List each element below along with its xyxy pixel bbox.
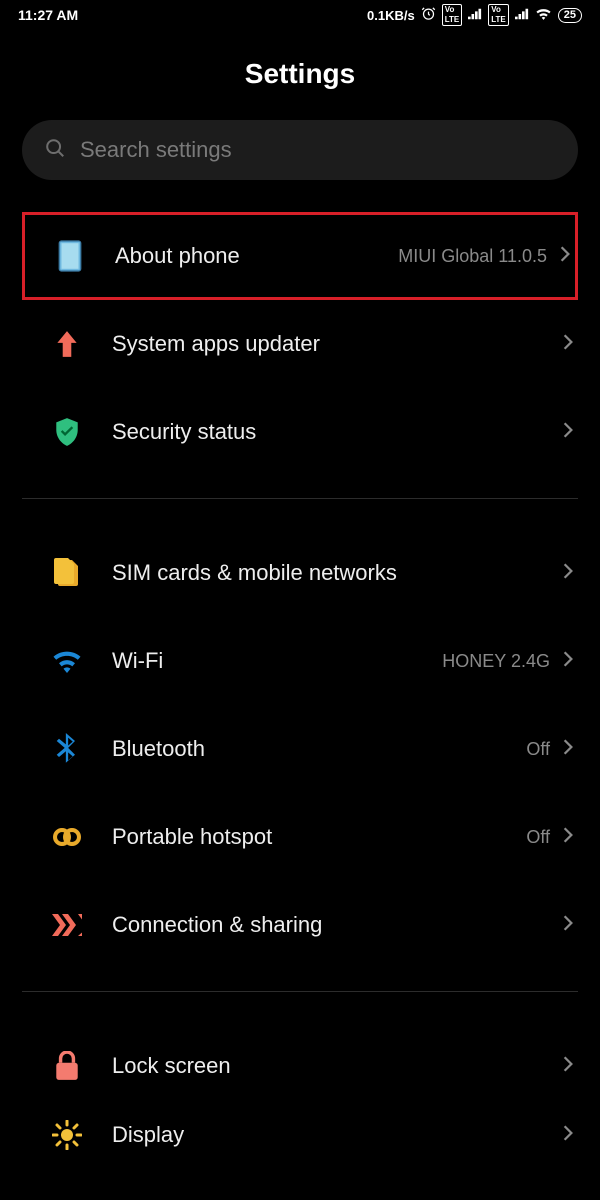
security-status-label: Security status (112, 419, 562, 445)
chevron-right-icon (562, 826, 578, 849)
chevron-right-icon (562, 1055, 578, 1078)
hotspot-icon (22, 826, 112, 848)
search-icon (44, 137, 66, 164)
chevron-right-icon (562, 1124, 578, 1147)
divider (22, 498, 578, 499)
divider (22, 991, 578, 992)
status-bar: 11:27 AM 0.1KB/s VoLTE VoLTE 25 (0, 0, 600, 30)
chevron-right-icon (562, 421, 578, 444)
row-portable-hotspot[interactable]: Portable hotspot Off (22, 793, 578, 881)
sim-networks-label: SIM cards & mobile networks (112, 560, 562, 586)
row-security-status[interactable]: Security status (22, 388, 578, 476)
chevron-right-icon (562, 333, 578, 356)
system-apps-updater-label: System apps updater (112, 331, 562, 357)
bluetooth-label: Bluetooth (112, 736, 526, 762)
net-speed: 0.1KB/s (367, 8, 415, 23)
battery-level: 25 (564, 10, 576, 21)
brightness-icon (22, 1120, 112, 1150)
chevron-right-icon (559, 245, 575, 268)
chevron-right-icon (562, 650, 578, 673)
battery-icon: 25 (558, 8, 582, 23)
status-time: 11:27 AM (18, 7, 78, 23)
row-sim-networks[interactable]: SIM cards & mobile networks (22, 529, 578, 617)
row-wifi[interactable]: Wi-Fi HONEY 2.4G (22, 617, 578, 705)
about-phone-label: About phone (115, 243, 398, 269)
chevron-right-icon (562, 914, 578, 937)
chevron-right-icon (562, 738, 578, 761)
bluetooth-value: Off (526, 739, 550, 760)
bluetooth-icon (22, 733, 112, 765)
lock-icon (22, 1051, 112, 1081)
search-placeholder: Search settings (80, 137, 232, 163)
about-phone-highlight: About phone MIUI Global 11.0.5 (22, 212, 578, 300)
portable-hotspot-value: Off (526, 827, 550, 848)
alarm-icon (421, 6, 436, 24)
arrow-up-icon (22, 329, 112, 359)
chevron-right-icon (562, 562, 578, 585)
signal2-icon (515, 8, 529, 23)
row-connection-sharing[interactable]: Connection & sharing (22, 881, 578, 969)
connection-sharing-label: Connection & sharing (112, 912, 562, 938)
volte1-icon: VoLTE (442, 4, 463, 25)
about-phone-value: MIUI Global 11.0.5 (398, 246, 547, 267)
connection-sharing-icon (22, 912, 112, 938)
page-title: Settings (0, 58, 600, 90)
row-bluetooth[interactable]: Bluetooth Off (22, 705, 578, 793)
portable-hotspot-label: Portable hotspot (112, 824, 526, 850)
status-icons: 0.1KB/s VoLTE VoLTE 25 (367, 4, 582, 25)
signal1-icon (468, 8, 482, 23)
row-about-phone[interactable]: About phone MIUI Global 11.0.5 (25, 215, 575, 297)
shield-check-icon (22, 417, 112, 447)
row-display[interactable]: Display (22, 1110, 578, 1160)
volte2-icon: VoLTE (488, 4, 509, 25)
sim-card-icon (22, 558, 112, 588)
row-system-apps-updater[interactable]: System apps updater (22, 300, 578, 388)
row-lock-screen[interactable]: Lock screen (22, 1022, 578, 1110)
wifi-status-icon (535, 7, 552, 23)
wifi-icon (22, 649, 112, 673)
display-label: Display (112, 1122, 562, 1148)
phone-icon (25, 240, 115, 272)
search-bar[interactable]: Search settings (22, 120, 578, 180)
lock-screen-label: Lock screen (112, 1053, 562, 1079)
wifi-value: HONEY 2.4G (442, 651, 550, 672)
wifi-label: Wi-Fi (112, 648, 442, 674)
